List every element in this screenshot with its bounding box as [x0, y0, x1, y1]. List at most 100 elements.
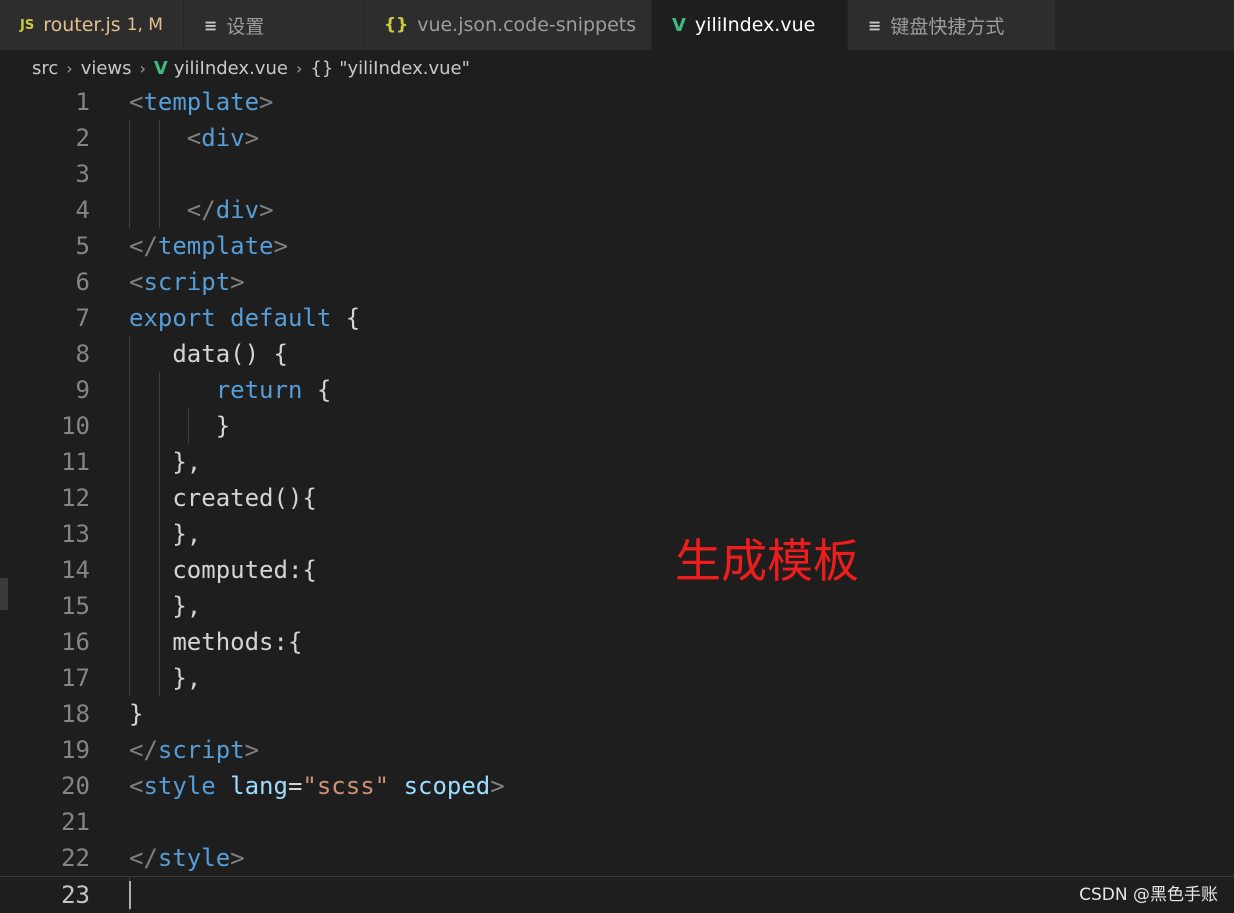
tab-keyboard-shortcuts[interactable]: ≡ 键盘快捷方式: [847, 0, 1056, 50]
code-line[interactable]: 21: [0, 804, 1234, 840]
code-line[interactable]: 13 },: [0, 516, 1234, 552]
line-number: 23: [61, 881, 90, 909]
line-number: 22: [61, 844, 90, 872]
code-token: {: [302, 376, 332, 404]
code-token: >: [259, 196, 274, 224]
line-number: 16: [61, 628, 90, 656]
code-token: style: [143, 772, 216, 800]
code-line[interactable]: 20 <style lang="scss" scoped>: [0, 768, 1234, 804]
code-token: >: [259, 88, 274, 116]
code-token: </: [129, 736, 158, 764]
code-token: <: [129, 88, 144, 116]
code-text: },: [129, 444, 201, 480]
code-editor[interactable]: 1 <template> 2 <div> 3 4 </div> 5 </template> 6…: [0, 84, 1234, 911]
code-line[interactable]: 22 </style>: [0, 840, 1234, 876]
code-token: }: [129, 700, 144, 728]
tab-label: router.js: [43, 14, 121, 36]
code-line[interactable]: 10 }: [0, 408, 1234, 444]
keyboard-lines-icon: ≡: [867, 15, 882, 35]
code-line[interactable]: 3: [0, 156, 1234, 192]
code-token: style: [157, 844, 231, 872]
tab-settings[interactable]: ≡ 设置: [183, 0, 364, 50]
code-line[interactable]: 5 </template>: [0, 228, 1234, 264]
text-cursor: [129, 881, 131, 909]
code-line[interactable]: 4 </div>: [0, 192, 1234, 228]
code-line[interactable]: 16 methods:{: [0, 624, 1234, 660]
line-number: 2: [75, 124, 90, 152]
line-number: 19: [61, 736, 90, 764]
code-token: },: [129, 520, 202, 548]
line-number: 3: [75, 160, 90, 188]
code-token: div: [201, 124, 245, 152]
code-line[interactable]: 9 return {: [0, 372, 1234, 408]
tab-label: vue.json.code-snippets: [417, 14, 637, 36]
watermark: CSDN @黑色手账: [1079, 885, 1218, 905]
code-token: template: [143, 88, 260, 116]
breadcrumb-item-file[interactable]: yiliIndex.vue: [174, 58, 288, 79]
code-line[interactable]: 7 export default {: [0, 300, 1234, 336]
line-number: 17: [61, 664, 90, 692]
json-braces-icon: {}: [310, 57, 334, 79]
js-file-icon: JS: [20, 17, 35, 33]
line-number: 12: [61, 484, 90, 512]
breadcrumb-item-views[interactable]: views: [81, 58, 132, 79]
breadcrumb-item-src[interactable]: src: [32, 58, 58, 79]
code-line[interactable]: 1 <template>: [0, 84, 1234, 120]
line-number: 18: [61, 700, 90, 728]
code-line[interactable]: 2 <div>: [0, 120, 1234, 156]
code-line[interactable]: 8 data() {: [0, 336, 1234, 372]
chevron-right-icon: ›: [295, 58, 303, 78]
code-text: <template>: [129, 84, 274, 120]
line-number: 14: [61, 556, 90, 584]
code-text: </div>: [129, 192, 274, 228]
chevron-right-icon: ›: [139, 58, 146, 78]
line-number: 11: [61, 448, 90, 476]
line-number: 6: [75, 268, 90, 296]
code-text: }: [129, 696, 143, 732]
code-line[interactable]: 17 },: [0, 660, 1234, 696]
code-text: created(){: [129, 480, 317, 516]
tab-bar: JS router.js 1, M ≡ 设置 {} vue.json.code-…: [0, 0, 1234, 50]
code-token: <: [129, 268, 144, 296]
code-text: data() {: [129, 336, 288, 372]
tab-label: 设置: [226, 15, 265, 38]
code-text: <div>: [129, 120, 259, 156]
code-line[interactable]: 6 <script>: [0, 264, 1234, 300]
code-line[interactable]: 19 </script>: [0, 732, 1234, 768]
code-line[interactable]: 15 },: [0, 588, 1234, 624]
breadcrumb-item-symbol[interactable]: "yiliIndex.vue": [339, 58, 470, 79]
code-token: </: [129, 844, 158, 872]
line-number: 20: [61, 772, 90, 800]
code-line[interactable]: 11 },: [0, 444, 1234, 480]
tab-yiliindex-vue[interactable]: V yiliIndex.vue: [651, 0, 848, 50]
tab-router-js[interactable]: JS router.js 1, M: [0, 0, 184, 50]
tab-label: 键盘快捷方式: [890, 15, 1005, 38]
code-text: methods:{: [129, 624, 302, 660]
code-line[interactable]: 14 computed:{: [0, 552, 1234, 588]
chevron-right-icon: ›: [66, 58, 73, 78]
code-token: div: [215, 196, 260, 224]
tab-vue-json-code-snippets[interactable]: {} vue.json.code-snippets: [363, 0, 652, 50]
code-token: script: [143, 268, 231, 296]
code-token: },: [129, 592, 202, 620]
code-line[interactable]: 18}: [0, 696, 1234, 732]
code-line[interactable]: 12 created(){: [0, 480, 1234, 516]
code-text: computed:{: [129, 552, 317, 588]
json-braces-icon: {}: [383, 15, 409, 35]
code-token: script: [157, 736, 245, 764]
tab-status: 1, M: [126, 15, 163, 35]
code-text: export default {: [129, 300, 360, 336]
code-text: },: [129, 660, 201, 696]
line-number: 8: [75, 340, 90, 368]
code-line[interactable]: 23: [0, 876, 1234, 912]
code-token: >: [490, 772, 505, 800]
vue-file-icon: V: [153, 57, 168, 79]
code-token: methods:{: [129, 628, 303, 656]
line-number: 9: [75, 376, 90, 404]
